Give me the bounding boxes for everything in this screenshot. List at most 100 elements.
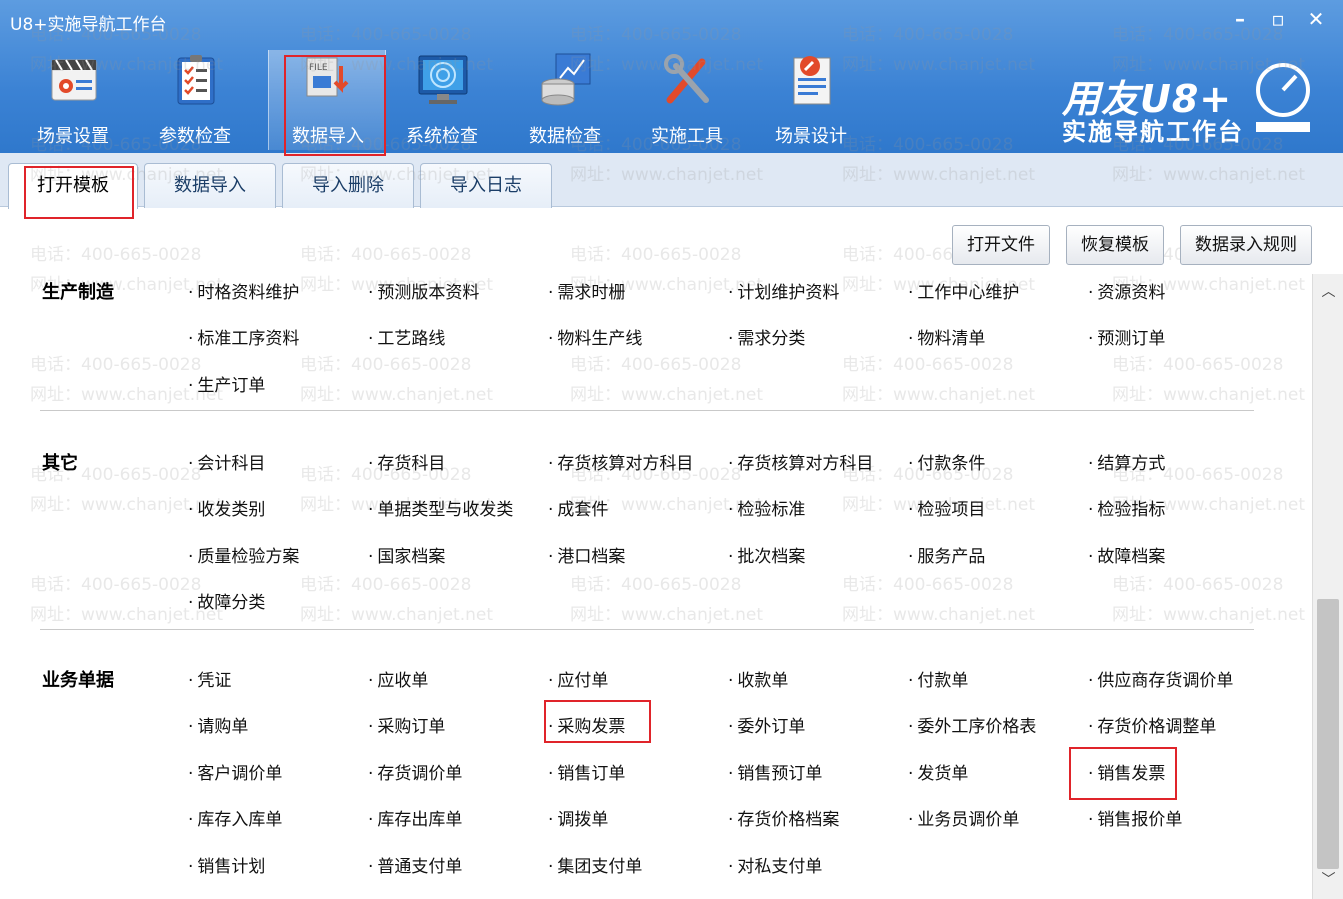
template-item[interactable]: 销售订单 <box>548 759 625 784</box>
tab-import-delete[interactable]: 导入删除 <box>282 163 414 208</box>
template-item[interactable]: 服务产品 <box>908 542 985 567</box>
window-title: U8+实施导航工作台 <box>10 15 167 35</box>
template-item[interactable]: 检验项目 <box>908 495 985 520</box>
toolbar-system-check[interactable]: 系统检查 <box>383 50 501 150</box>
template-item[interactable]: 质量检验方案 <box>188 542 299 567</box>
toolbar-data-import[interactable]: FILE 数据导入 <box>268 50 386 150</box>
toolbar-label: 实施工具 <box>651 126 723 147</box>
close-icon[interactable]: ✕ <box>1302 6 1330 32</box>
open-file-button[interactable]: 打开文件 <box>952 225 1050 265</box>
template-item[interactable]: 存货核算对方科目 <box>548 449 693 474</box>
title-bar-and-toolbar: U8+实施导航工作台 – ▫ ✕ 场景设置 参数检查 FILE 数据导入 系统检… <box>0 0 1343 153</box>
template-item[interactable]: 国家档案 <box>368 542 445 567</box>
template-item[interactable]: 需求分类 <box>728 324 805 349</box>
watermark-phone: 电话：400-665-0028 <box>30 245 202 265</box>
section-title: 生产制造 <box>42 282 114 303</box>
brand-logo: 用友U8+ 实施导航工作台 <box>1062 60 1332 146</box>
section-divider <box>40 629 1254 630</box>
template-item[interactable]: 销售预订单 <box>728 759 822 784</box>
template-item[interactable]: 存货调价单 <box>368 759 462 784</box>
toolbar-label: 数据检查 <box>529 126 601 147</box>
tools-icon <box>664 54 709 104</box>
template-item[interactable]: 客户调价单 <box>188 759 282 784</box>
tab-data-import[interactable]: 数据导入 <box>144 163 276 208</box>
toolbar-scene-design[interactable]: 场景设计 <box>752 50 870 150</box>
toolbar-param-check[interactable]: 参数检查 <box>136 50 254 150</box>
maximize-icon[interactable]: ▫ <box>1264 6 1292 32</box>
template-item[interactable]: 需求时栅 <box>548 278 625 303</box>
template-item[interactable]: 收款单 <box>728 666 788 691</box>
toolbar-label: 系统检查 <box>406 126 478 147</box>
template-item[interactable]: 检验指标 <box>1088 495 1165 520</box>
template-item[interactable]: 检验标准 <box>728 495 805 520</box>
toolbar-impl-tools[interactable]: 实施工具 <box>628 50 746 150</box>
scroll-up-icon[interactable]: ︿ <box>1313 280 1343 304</box>
template-item[interactable]: 付款单 <box>908 666 968 691</box>
template-item[interactable]: 采购发票 <box>548 712 625 737</box>
template-item[interactable]: 物料清单 <box>908 324 985 349</box>
toolbar-scene-settings[interactable]: 场景设置 <box>14 50 132 150</box>
template-item[interactable]: 应付单 <box>548 666 608 691</box>
template-item[interactable]: 业务员调价单 <box>908 805 1019 830</box>
template-item[interactable]: 供应商存货调价单 <box>1088 666 1233 691</box>
template-item[interactable]: 单据类型与收发类 <box>368 495 513 520</box>
template-item[interactable]: 故障档案 <box>1088 542 1165 567</box>
template-item[interactable]: 时格资料维护 <box>188 278 299 303</box>
template-item[interactable]: 库存出库单 <box>368 805 462 830</box>
template-item[interactable]: 应收单 <box>368 666 428 691</box>
template-item[interactable]: 委外工序价格表 <box>908 712 1036 737</box>
minimize-icon[interactable]: – <box>1226 6 1254 32</box>
template-item[interactable]: 销售计划 <box>188 852 265 877</box>
watermark-phone: 电话：400-665-0028 <box>570 245 742 265</box>
template-item[interactable]: 普通支付单 <box>368 852 462 877</box>
template-item[interactable]: 物料生产线 <box>548 324 642 349</box>
template-item[interactable]: 存货价格调整单 <box>1088 712 1216 737</box>
template-item[interactable]: 生产订单 <box>188 371 265 396</box>
data-entry-rules-button[interactable]: 数据录入规则 <box>1180 225 1312 265</box>
template-item[interactable]: 销售报价单 <box>1088 805 1182 830</box>
template-item[interactable]: 成套件 <box>548 495 608 520</box>
template-item[interactable]: 资源资料 <box>1088 278 1165 303</box>
template-item[interactable]: 对私支付单 <box>728 852 822 877</box>
template-item[interactable]: 收发类别 <box>188 495 265 520</box>
template-item[interactable]: 库存入库单 <box>188 805 282 830</box>
template-item[interactable]: 会计科目 <box>188 449 265 474</box>
section-divider <box>40 410 1254 411</box>
template-item[interactable]: 故障分类 <box>188 588 265 613</box>
template-item[interactable]: 存货核算对方科目 <box>728 449 873 474</box>
template-item[interactable]: 调拨单 <box>548 805 608 830</box>
restore-template-button[interactable]: 恢复模板 <box>1066 225 1164 265</box>
template-item[interactable]: 工艺路线 <box>368 324 445 349</box>
template-item[interactable]: 港口档案 <box>548 542 625 567</box>
tab-import-log[interactable]: 导入日志 <box>420 163 552 208</box>
section-title: 业务单据 <box>42 670 114 691</box>
template-item[interactable]: 采购订单 <box>368 712 445 737</box>
template-item[interactable]: 批次档案 <box>728 542 805 567</box>
brand-line2: 实施导航工作台 <box>1062 118 1244 146</box>
monitor-radar-icon <box>418 55 468 104</box>
template-item[interactable]: 计划维护资料 <box>728 278 839 303</box>
toolbar-label: 参数检查 <box>159 126 231 147</box>
template-item[interactable]: 工作中心维护 <box>908 278 1019 303</box>
scroll-down-icon[interactable]: ﹀ <box>1313 868 1343 892</box>
template-item[interactable]: 集团支付单 <box>548 852 642 877</box>
tab-open-template[interactable]: 打开模板 <box>8 163 138 209</box>
template-item[interactable]: 预测版本资料 <box>368 278 479 303</box>
template-item[interactable]: 销售发票 <box>1088 759 1165 784</box>
template-item[interactable]: 付款条件 <box>908 449 985 474</box>
template-item[interactable]: 存货价格档案 <box>728 805 839 830</box>
scroll-thumb[interactable] <box>1317 599 1339 869</box>
template-item[interactable]: 预测订单 <box>1088 324 1165 349</box>
template-item[interactable]: 标准工序资料 <box>188 324 299 349</box>
vertical-scrollbar[interactable]: ︿ ﹀ <box>1312 274 1343 899</box>
template-item[interactable]: 凭证 <box>188 666 231 691</box>
template-item[interactable]: 委外订单 <box>728 712 805 737</box>
template-item[interactable]: 存货科目 <box>368 449 445 474</box>
section-title: 其它 <box>42 453 78 474</box>
toolbar-data-check[interactable]: 数据检查 <box>506 50 624 150</box>
template-item[interactable]: 发货单 <box>908 759 968 784</box>
template-item[interactable]: 结算方式 <box>1088 449 1165 474</box>
svg-text:FILE: FILE <box>309 63 328 73</box>
template-item[interactable]: 请购单 <box>188 712 248 737</box>
sub-tab-bar: 打开模板 数据导入 导入删除 导入日志 <box>0 153 1343 209</box>
